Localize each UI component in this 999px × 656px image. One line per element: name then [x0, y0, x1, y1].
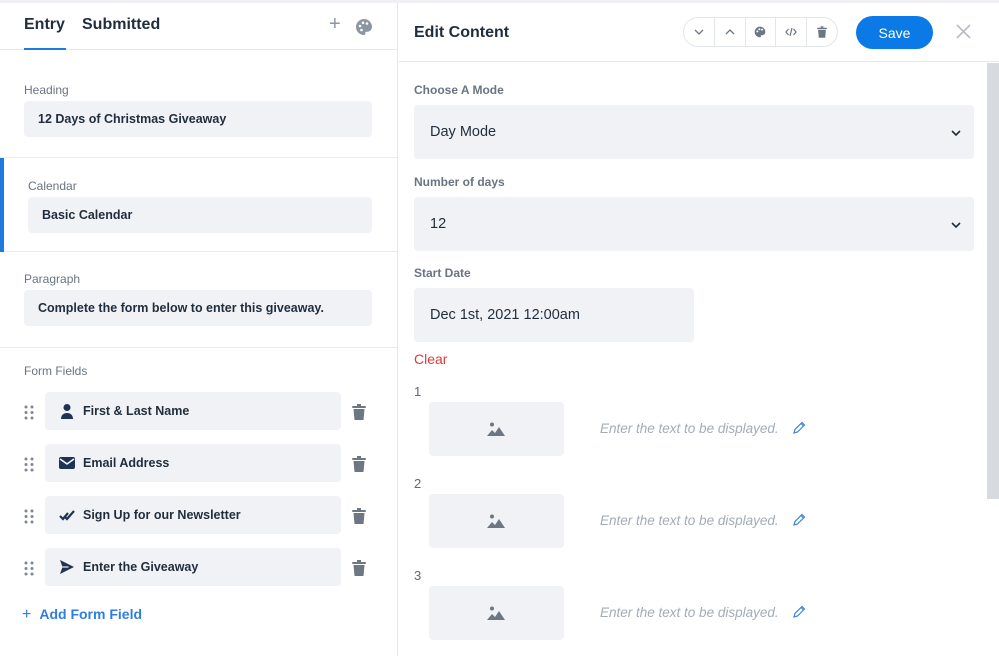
form-fields-label: Form Fields [24, 364, 88, 378]
form-field-label: Sign Up for our Newsletter [83, 508, 241, 522]
panel-scrollbar[interactable] [987, 63, 999, 499]
content-sidebar: Entry Submitted + Heading 12 Days of Chr… [0, 3, 398, 656]
mode-value: Day Mode [430, 124, 497, 140]
pencil-icon[interactable] [792, 513, 806, 527]
move-down-button[interactable] [684, 18, 715, 46]
tab-entry[interactable]: Entry [24, 16, 66, 50]
form-field-row: Sign Up for our Newsletter [0, 496, 397, 536]
paragraph-label: Paragraph [24, 272, 81, 286]
calendar-block[interactable]: Calendar Basic Calendar [0, 158, 397, 252]
pencil-icon[interactable] [792, 605, 806, 619]
form-field-label: First & Last Name [83, 404, 190, 418]
palette-icon[interactable] [746, 18, 777, 46]
drag-handle-icon[interactable] [23, 509, 35, 524]
image-icon [487, 422, 505, 436]
form-field-newsletter[interactable]: Sign Up for our Newsletter [45, 496, 341, 534]
palette-icon[interactable] [355, 18, 373, 36]
form-field-submit[interactable]: Enter the Giveaway [45, 548, 341, 586]
code-icon[interactable] [776, 18, 808, 46]
drag-handle-icon[interactable] [23, 457, 35, 472]
mode-label: Choose A Mode [414, 83, 504, 97]
panel-title: Edit Content [414, 24, 510, 41]
mode-select[interactable]: Day Mode [414, 105, 974, 159]
days-label: Number of days [414, 175, 505, 189]
sidebar-tabs: Entry Submitted + [0, 3, 397, 50]
chevron-down-icon [950, 218, 962, 230]
calendar-field[interactable]: Basic Calendar [28, 197, 372, 233]
delete-field-icon[interactable] [352, 508, 366, 524]
heading-field[interactable]: 12 Days of Christmas Giveaway [24, 101, 372, 137]
form-field-email[interactable]: Email Address [45, 444, 341, 482]
form-field-row: Enter the Giveaway [0, 548, 397, 588]
tab-submitted[interactable]: Submitted [82, 16, 160, 34]
delete-field-icon[interactable] [352, 404, 366, 420]
day-image-upload[interactable] [429, 402, 564, 456]
days-select[interactable]: 12 [414, 197, 974, 251]
day-number: 1 [414, 384, 422, 399]
send-icon [59, 559, 75, 575]
start-date-label: Start Date [414, 266, 471, 280]
form-field-label: Enter the Giveaway [83, 560, 199, 574]
close-icon[interactable] [955, 23, 972, 40]
form-field-label: Email Address [83, 456, 170, 470]
image-icon [487, 514, 505, 528]
plus-icon: + [22, 606, 32, 623]
pencil-icon[interactable] [792, 421, 806, 435]
delete-field-icon[interactable] [352, 560, 366, 576]
day-image-upload[interactable] [429, 494, 564, 548]
heading-label: Heading [24, 83, 69, 97]
form-field-row: Email Address [0, 444, 397, 484]
move-up-button[interactable] [715, 18, 746, 46]
day-text-placeholder[interactable]: Enter the text to be displayed. [600, 513, 779, 528]
day-number: 3 [414, 568, 422, 583]
add-form-field-label: Add Form Field [39, 606, 143, 622]
calendar-label: Calendar [28, 179, 77, 193]
drag-handle-icon[interactable] [23, 405, 35, 420]
save-button[interactable]: Save [856, 16, 933, 49]
trash-icon[interactable] [807, 18, 837, 46]
day-image-upload[interactable] [429, 586, 564, 640]
form-field-row: First & Last Name [0, 392, 397, 432]
delete-field-icon[interactable] [352, 456, 366, 472]
drag-handle-icon[interactable] [23, 561, 35, 576]
day-text-placeholder[interactable]: Enter the text to be displayed. [600, 421, 779, 436]
add-form-field-button[interactable]: + Add Form Field [22, 606, 142, 624]
day-number: 2 [414, 476, 422, 491]
paragraph-block[interactable]: Paragraph Complete the form below to ent… [0, 252, 397, 348]
block-actions [683, 17, 838, 47]
check-icon [59, 507, 75, 523]
user-icon [59, 403, 75, 419]
paragraph-field[interactable]: Complete the form below to enter this gi… [24, 290, 372, 326]
envelope-icon [59, 455, 75, 471]
image-icon [487, 606, 505, 620]
panel-header: Edit Content Save [399, 3, 999, 62]
clear-date-link[interactable]: Clear [414, 351, 447, 367]
day-text-placeholder[interactable]: Enter the text to be displayed. [600, 605, 779, 620]
days-value: 12 [430, 216, 447, 232]
chevron-down-icon [950, 126, 962, 138]
start-date-input[interactable]: Dec 1st, 2021 12:00am [414, 288, 694, 342]
add-block-button[interactable]: + [329, 14, 341, 34]
edit-content-panel: Edit Content Save Choose A Mode Day Mode… [399, 3, 999, 656]
heading-block[interactable]: Heading 12 Days of Christmas Giveaway [0, 50, 397, 158]
form-field-name[interactable]: First & Last Name [45, 392, 341, 430]
start-date-value: Dec 1st, 2021 12:00am [430, 307, 580, 323]
active-indicator [0, 158, 4, 252]
